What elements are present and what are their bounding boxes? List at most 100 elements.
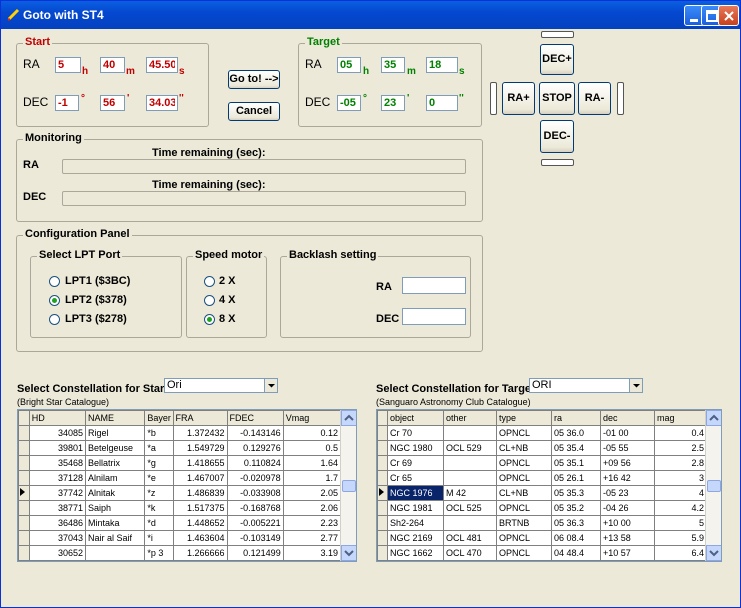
table-cell[interactable]: 04 48.4 [551, 545, 601, 561]
table-row[interactable]: 37742 Alnitak *z 1.486839 -0.033908 2.05 [18, 485, 342, 501]
table-cell[interactable]: Cr 69 [387, 455, 444, 471]
table-cell[interactable]: 0.121499 [226, 545, 284, 561]
table-cell[interactable]: NGC 1662 [387, 545, 444, 561]
row-indicator[interactable] [18, 440, 30, 456]
table-cell[interactable]: 1.64 [282, 455, 342, 471]
speed-2x-radio[interactable] [204, 276, 215, 287]
table-row[interactable]: Cr 65 OPNCL 05 26.1 +16 42 3 [377, 470, 707, 486]
target-constellation-select[interactable]: ORI [529, 378, 643, 393]
table-cell[interactable]: -0.168768 [226, 500, 284, 516]
table-cell[interactable]: 37128 [28, 470, 86, 486]
table-cell[interactable]: -0.103149 [226, 530, 284, 546]
table-cell[interactable]: *i [144, 530, 174, 546]
row-indicator[interactable] [377, 425, 388, 441]
table-cell[interactable]: Sh2-264 [387, 515, 444, 531]
scroll-up-icon[interactable] [341, 410, 356, 426]
table-cell[interactable]: *e [144, 470, 174, 486]
table-cell[interactable]: -04 26 [600, 500, 655, 516]
table-cell[interactable]: OPNCL [496, 545, 552, 561]
table-row[interactable]: 36486 Mintaka *d 1.448652 -0.005221 2.23 [18, 515, 342, 531]
table-cell[interactable]: 05 35.1 [551, 455, 601, 471]
stop-button[interactable]: STOP [539, 82, 575, 115]
scroll-down-icon[interactable] [706, 545, 721, 561]
table-cell[interactable]: *p 3 [144, 545, 174, 561]
table-cell[interactable] [443, 470, 497, 486]
table-cell[interactable]: 36486 [28, 515, 86, 531]
row-indicator[interactable] [18, 470, 30, 486]
table-cell[interactable]: 05 26.1 [551, 470, 601, 486]
table-cell[interactable]: 3.19 [282, 545, 342, 561]
table-cell[interactable]: Cr 65 [387, 470, 444, 486]
table-cell[interactable]: CL+NB [496, 485, 552, 501]
table-cell[interactable]: 2.77 [282, 530, 342, 546]
target-grid-scrollbar[interactable] [705, 410, 721, 561]
table-cell[interactable]: Alnilam [84, 470, 146, 486]
target-object-grid[interactable]: object other type ra dec mag Cr 70 OPNCL 05 36.… [376, 409, 722, 562]
table-cell[interactable]: 1.467007 [172, 470, 228, 486]
table-cell[interactable]: OCL 529 [443, 440, 497, 456]
backlash-dec-input[interactable] [402, 308, 466, 325]
column-header[interactable]: Bayer [144, 410, 174, 426]
column-header[interactable]: mag [654, 410, 707, 426]
title-bar[interactable]: Goto with ST4 [1, 1, 740, 29]
table-cell[interactable]: Bellatrix [84, 455, 146, 471]
table-cell[interactable]: NGC 1976 [387, 485, 444, 501]
current-row-pointer-icon[interactable] [377, 485, 388, 501]
table-row[interactable]: 38771 Saiph *k 1.517375 -0.168768 2.06 [18, 500, 342, 516]
table-cell[interactable]: 2.23 [282, 515, 342, 531]
start-ra-hours-field[interactable] [55, 57, 81, 73]
table-cell[interactable]: 1.448652 [172, 515, 228, 531]
table-cell[interactable]: *g [144, 455, 174, 471]
table-cell[interactable]: Saiph [84, 500, 146, 516]
table-cell[interactable]: 5 [654, 515, 707, 531]
table-cell[interactable]: *b [144, 425, 174, 441]
table-cell[interactable]: -0.033908 [226, 485, 284, 501]
table-cell[interactable]: 1.463604 [172, 530, 228, 546]
table-row[interactable]: 30652 *p 3 1.266666 0.121499 3.19 [18, 545, 342, 561]
table-cell[interactable]: +09 56 [600, 455, 655, 471]
backlash-ra-input[interactable] [402, 277, 466, 294]
column-header[interactable]: other [443, 410, 497, 426]
table-cell[interactable]: Nair al Saif [84, 530, 146, 546]
row-indicator[interactable] [18, 545, 30, 561]
table-cell[interactable]: OCL 525 [443, 500, 497, 516]
row-indicator[interactable] [377, 440, 388, 456]
row-indicator[interactable] [18, 425, 30, 441]
table-cell[interactable]: OPNCL [496, 530, 552, 546]
table-cell[interactable]: 38771 [28, 500, 86, 516]
table-row[interactable]: 34085 Rigel *b 1.372432 -0.143146 0.12 [18, 425, 342, 441]
table-cell[interactable] [443, 455, 497, 471]
table-row[interactable]: 37128 Alnilam *e 1.467007 -0.020978 1.7 [18, 470, 342, 486]
scroll-down-icon[interactable] [341, 545, 356, 561]
table-cell[interactable]: +16 42 [600, 470, 655, 486]
ra-plus-button[interactable]: RA+ [502, 82, 535, 115]
table-cell[interactable]: 1.266666 [172, 545, 228, 561]
row-indicator[interactable] [377, 500, 388, 516]
scroll-thumb[interactable] [707, 480, 721, 492]
table-cell[interactable]: *a [144, 440, 174, 456]
table-cell[interactable]: OPNCL [496, 500, 552, 516]
table-cell[interactable]: NGC 2169 [387, 530, 444, 546]
chevron-down-icon[interactable] [264, 379, 277, 392]
row-indicator[interactable] [18, 530, 30, 546]
table-cell[interactable]: 1.517375 [172, 500, 228, 516]
table-cell[interactable]: -0.143146 [226, 425, 284, 441]
table-cell[interactable]: 3 [654, 470, 707, 486]
table-cell[interactable]: BRTNB [496, 515, 552, 531]
table-cell[interactable] [443, 515, 497, 531]
row-indicator[interactable] [377, 530, 388, 546]
close-button[interactable] [718, 5, 739, 26]
table-cell[interactable]: Alnitak [84, 485, 146, 501]
table-row[interactable]: NGC 1662 OCL 470 OPNCL 04 48.4 +10 57 6.4 [377, 545, 707, 561]
table-row[interactable]: NGC 1980 OCL 529 CL+NB 05 35.4 -05 55 2.5 [377, 440, 707, 456]
target-dec-seconds-field[interactable] [426, 95, 458, 111]
table-row[interactable]: NGC 1976 M 42 CL+NB 05 35.3 -05 23 4 [377, 485, 707, 501]
table-cell[interactable]: -01 00 [600, 425, 655, 441]
table-row[interactable]: NGC 1981 OCL 525 OPNCL 05 35.2 -04 26 4.2 [377, 500, 707, 516]
table-cell[interactable]: *z [144, 485, 174, 501]
goto-button[interactable]: Go to! --> [228, 70, 280, 89]
table-cell[interactable]: 37742 [28, 485, 86, 501]
cancel-button[interactable]: Cancel [228, 102, 280, 121]
row-indicator[interactable] [18, 500, 30, 516]
table-cell[interactable]: +13 58 [600, 530, 655, 546]
